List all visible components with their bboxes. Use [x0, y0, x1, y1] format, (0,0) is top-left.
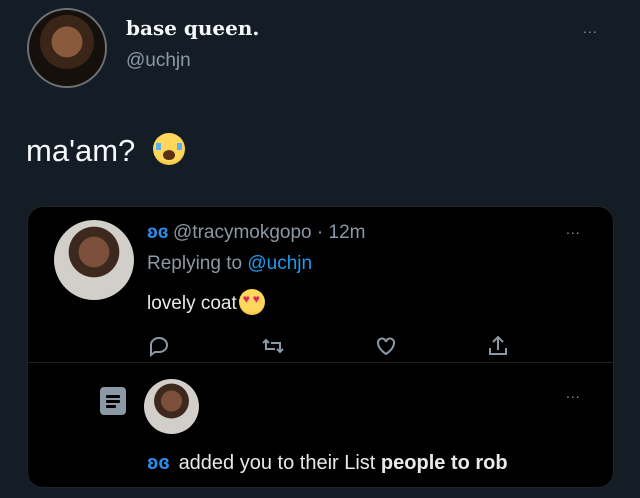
more-options-icon[interactable]: ... [583, 20, 598, 36]
reply-card[interactable]: ʚɞ @tracymokgopo · 12m Replying to @uchjn… [27, 206, 614, 488]
share-icon[interactable] [485, 334, 511, 358]
more-options-icon[interactable]: ... [566, 385, 581, 401]
crying-face-icon [153, 133, 185, 165]
reply-time: · 12m [316, 222, 366, 243]
reply-meta: ʚɞ @tracymokgopo · 12m [147, 222, 365, 244]
more-options-icon[interactable]: ... [566, 221, 581, 237]
reply-icon[interactable] [146, 334, 172, 358]
like-icon[interactable] [373, 334, 399, 358]
action-bar [28, 334, 613, 358]
reply-avatar[interactable] [54, 220, 134, 300]
list-avatar[interactable] [144, 379, 199, 434]
tweet-text: ma'am? [26, 133, 136, 168]
butterfly-icon: ʚɞ [147, 222, 169, 243]
list-icon [100, 387, 126, 415]
replying-mention[interactable]: @uchjn [247, 253, 312, 274]
list-notice-text: added you to their List [178, 452, 376, 474]
replying-to: Replying to @uchjn [147, 253, 312, 275]
replying-label: Replying to [147, 253, 243, 274]
heart-eyes-icon [238, 289, 265, 315]
reply-text: lovely coat [147, 293, 237, 314]
list-name[interactable]: people to rob [381, 452, 508, 474]
avatar[interactable] [27, 8, 107, 88]
divider [28, 362, 613, 363]
list-notice: ʚɞ added you to their List people to rob [147, 452, 508, 475]
reply-handle[interactable]: @tracymokgopo [173, 222, 312, 243]
display-name[interactable]: base queen. [126, 16, 259, 40]
reply-text-wrap: lovely coat [147, 289, 265, 315]
retweet-icon[interactable] [260, 334, 286, 358]
butterfly-icon: ʚɞ [147, 452, 170, 474]
user-handle[interactable]: @uchjn [126, 50, 191, 72]
